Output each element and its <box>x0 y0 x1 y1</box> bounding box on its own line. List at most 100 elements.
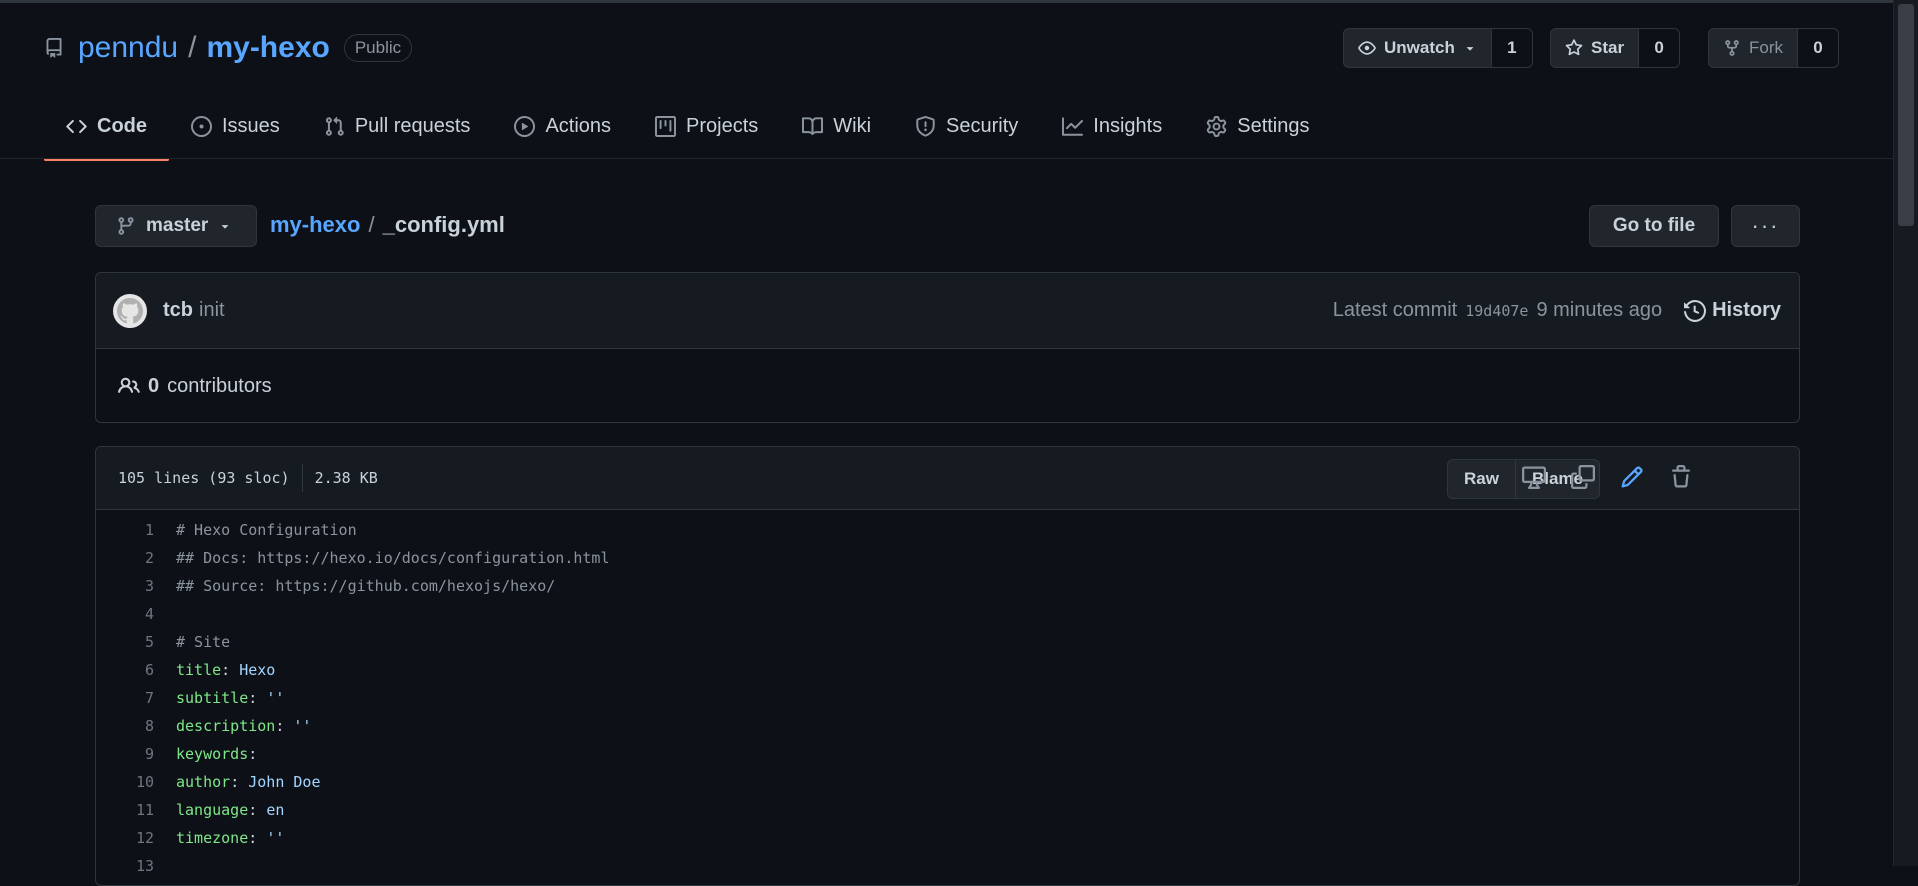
line-number[interactable]: 7 <box>96 689 176 707</box>
yaml-key: subtitle <box>176 689 249 707</box>
code-comment: # Site <box>176 633 231 651</box>
line-number[interactable]: 13 <box>96 857 176 875</box>
more-options-button[interactable]: ··· <box>1731 205 1800 247</box>
line-number[interactable]: 1 <box>96 521 176 539</box>
github-mark-icon <box>117 297 143 323</box>
history-link[interactable]: History <box>1684 299 1781 322</box>
commit-sha-link[interactable]: 19d407e <box>1465 302 1528 320</box>
yaml-value: '' <box>293 717 312 735</box>
code-line: 6 title: Hexo <box>96 656 1799 684</box>
tab-pull-requests[interactable]: Pull requests <box>302 103 493 149</box>
tab-code[interactable]: Code <box>44 103 169 161</box>
fork-icon <box>1725 40 1739 56</box>
trash-icon[interactable] <box>1669 465 1693 489</box>
file-size: 2.38 KB <box>314 469 378 487</box>
code-line: 11 language: en <box>96 796 1799 824</box>
caret-down-icon <box>222 225 229 229</box>
yaml-value: John Doe <box>248 773 321 791</box>
tab-security-label: Security <box>946 114 1019 137</box>
line-number[interactable]: 5 <box>96 633 176 651</box>
repo-owner-link[interactable]: penndu <box>78 31 178 65</box>
contributors-row[interactable]: 0 contributors <box>96 349 1799 423</box>
page-scrollbar[interactable] <box>1893 0 1918 866</box>
code-line: 1 # Hexo Configuration <box>96 516 1799 544</box>
top-border <box>0 0 1894 3</box>
breadcrumb-repo-link[interactable]: my-hexo <box>270 212 360 238</box>
commit-author-link[interactable]: tcb <box>163 299 193 322</box>
tab-wiki[interactable]: Wiki <box>780 103 893 149</box>
code-line: 2 ## Docs: https://hexo.io/docs/configur… <box>96 544 1799 572</box>
line-number[interactable]: 8 <box>96 717 176 735</box>
line-number[interactable]: 6 <box>96 661 176 679</box>
pull-request-icon <box>325 116 344 136</box>
watch-count[interactable]: 1 <box>1491 29 1532 67</box>
line-number[interactable]: 11 <box>96 801 176 819</box>
file-header: 105 lines (93 sloc) 2.38 KB Raw Blame <box>96 447 1799 510</box>
go-to-file-button[interactable]: Go to file <box>1589 205 1719 247</box>
unwatch-label: Unwatch <box>1384 38 1455 57</box>
code-line: 4 <box>96 600 1799 628</box>
line-number[interactable]: 3 <box>96 577 176 595</box>
copy-icon[interactable] <box>1571 465 1595 489</box>
pencil-icon[interactable] <box>1620 465 1644 489</box>
yaml-value: en <box>266 801 285 819</box>
code-line: 3 ## Source: https://github.com/hexojs/h… <box>96 572 1799 600</box>
unwatch-button[interactable]: Unwatch <box>1344 29 1492 67</box>
gear-icon <box>1207 115 1227 137</box>
breadcrumb-file-name: _config.yml <box>382 212 505 237</box>
tab-settings-label: Settings <box>1237 114 1310 137</box>
repo-separator: / <box>188 31 197 64</box>
play-icon <box>514 115 536 137</box>
yaml-key: keywords <box>176 745 249 763</box>
repo-header: penndu / my-hexo Public <box>44 28 413 68</box>
star-icon <box>1565 39 1583 56</box>
star-count[interactable]: 0 <box>1639 29 1680 67</box>
tab-wiki-label: Wiki <box>833 114 872 137</box>
tab-actions-label: Actions <box>545 114 612 137</box>
tab-code-label: Code <box>97 114 147 137</box>
code-comment: ## Source: https://github.com/hexojs/hex… <box>176 577 556 595</box>
tab-issues[interactable]: Issues <box>169 103 302 149</box>
contributors-label: contributors <box>167 374 272 397</box>
file-lines-info: 105 lines (93 sloc) <box>118 469 290 487</box>
line-number[interactable]: 12 <box>96 829 176 847</box>
line-number[interactable]: 4 <box>96 605 176 623</box>
contributors-count: 0 <box>148 374 160 397</box>
commit-message-link[interactable]: init <box>199 299 225 322</box>
file-viewer: 105 lines (93 sloc) 2.38 KB Raw Blame 1 … <box>95 446 1800 886</box>
star-button[interactable]: Star <box>1551 29 1640 67</box>
history-icon <box>1684 299 1707 322</box>
tab-insights[interactable]: Insights <box>1040 103 1184 149</box>
scrollbar-thumb[interactable] <box>1898 4 1914 226</box>
code-icon <box>66 119 87 133</box>
tab-settings[interactable]: Settings <box>1184 103 1331 149</box>
repo-icon <box>46 38 62 58</box>
history-label: History <box>1712 299 1781 321</box>
tab-security[interactable]: Security <box>893 103 1040 149</box>
line-number[interactable]: 9 <box>96 745 176 763</box>
breadcrumb: my-hexo / _config.yml <box>270 212 505 238</box>
avatar[interactable] <box>113 293 147 328</box>
fork-button-group: Fork 0 <box>1708 28 1839 68</box>
desktop-icon[interactable] <box>1522 465 1546 489</box>
caret-down-icon <box>1466 47 1474 51</box>
yaml-value: Hexo <box>239 661 276 679</box>
visibility-badge: Public <box>343 34 413 62</box>
yaml-value: '' <box>266 829 285 847</box>
repo-name-link[interactable]: my-hexo <box>206 31 329 65</box>
tab-issues-label: Issues <box>222 114 280 137</box>
tab-projects[interactable]: Projects <box>633 103 780 149</box>
tab-actions[interactable]: Actions <box>492 103 633 149</box>
fork-count[interactable]: 0 <box>1798 29 1838 67</box>
branch-name: master <box>146 215 209 236</box>
fork-button[interactable]: Fork <box>1709 29 1798 67</box>
line-number[interactable]: 2 <box>96 549 176 567</box>
line-number[interactable]: 10 <box>96 773 176 791</box>
breadcrumb-separator: / <box>368 212 375 237</box>
branch-select-button[interactable]: master <box>95 205 257 247</box>
latest-commit-label: Latest commit <box>1332 299 1458 321</box>
raw-button[interactable]: Raw <box>1448 460 1516 498</box>
tab-pull-requests-label: Pull requests <box>354 114 471 137</box>
shield-icon <box>916 115 935 137</box>
code-line: 12 timezone: '' <box>96 824 1799 852</box>
